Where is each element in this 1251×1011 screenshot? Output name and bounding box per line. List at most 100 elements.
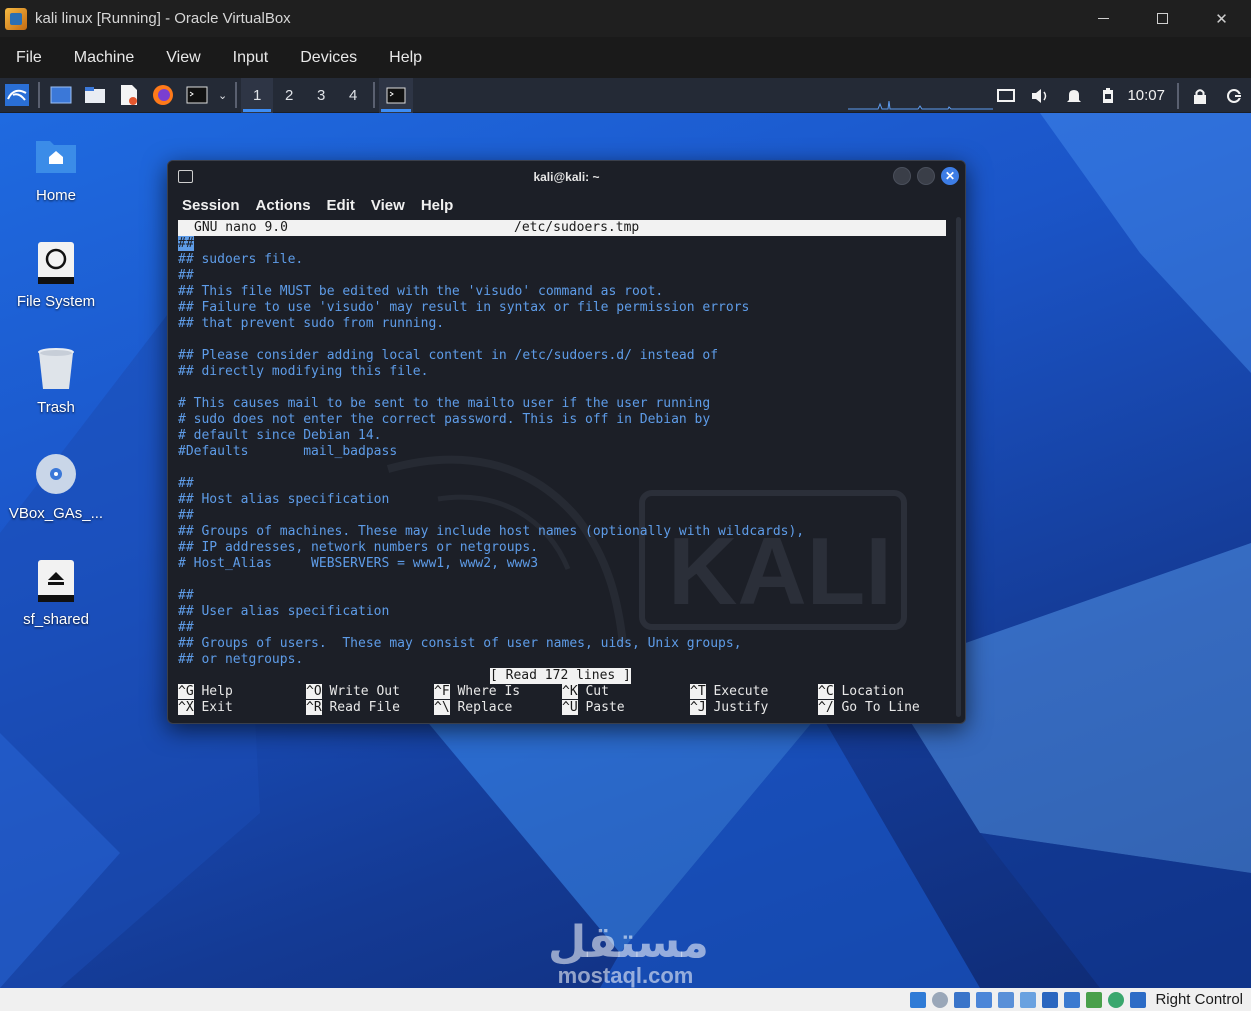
minimize-button[interactable] bbox=[1074, 0, 1133, 37]
menu-machine[interactable]: Machine bbox=[58, 37, 150, 78]
kali-menu-icon[interactable] bbox=[4, 82, 30, 108]
desktop-icon-trash[interactable]: Trash bbox=[0, 347, 112, 416]
menu-file[interactable]: File bbox=[0, 37, 58, 78]
workspace-1[interactable]: 1 bbox=[241, 77, 274, 113]
kali-panel: ⌄ 1 2 3 4 10:07 bbox=[0, 77, 1251, 113]
panel-clock[interactable]: 10:07 bbox=[1127, 87, 1165, 104]
close-icon: ✕ bbox=[1215, 10, 1228, 28]
nano-shortcut: ^K Cut bbox=[562, 684, 609, 700]
nano-text-line: ## Groups of users. These may consist of… bbox=[178, 636, 742, 651]
nano-text-line: ## directly modifying this file. bbox=[178, 364, 429, 379]
lock-icon[interactable] bbox=[1189, 85, 1211, 107]
terminal-menubar: Session Actions Edit View Help bbox=[174, 192, 461, 218]
terminal-icon[interactable] bbox=[184, 82, 210, 108]
shortcut-key: ^F bbox=[434, 684, 450, 699]
terminal-minimize-button[interactable] bbox=[893, 167, 911, 185]
optical-drive-icon[interactable] bbox=[932, 991, 949, 1008]
nano-text-line: ## User alias specification bbox=[178, 604, 390, 619]
shared-folders-icon[interactable] bbox=[1020, 991, 1037, 1008]
hard-disk-icon[interactable] bbox=[910, 991, 927, 1008]
desktop-icon-file-system[interactable]: File System bbox=[0, 241, 112, 310]
shortcut-key: ^K bbox=[562, 684, 578, 699]
logout-icon[interactable] bbox=[1223, 85, 1245, 107]
nano-text-line: ## IP addresses, network numbers or netg… bbox=[178, 540, 539, 555]
nano-text-line: # sudo does not enter the correct passwo… bbox=[178, 412, 711, 427]
nano-text-line: ## or netgroups. bbox=[178, 652, 304, 667]
nano-text-line: #Defaults mail_badpass bbox=[178, 444, 398, 459]
show-desktop-icon[interactable] bbox=[48, 82, 74, 108]
terminal-close-button[interactable]: ✕ bbox=[941, 167, 959, 185]
terminal-menu-session[interactable]: Session bbox=[174, 197, 248, 214]
workspace-label: 1 bbox=[253, 86, 262, 104]
file-manager-icon[interactable] bbox=[82, 82, 108, 108]
shortcut-label: Location bbox=[841, 684, 905, 699]
chevron-down-icon[interactable]: ⌄ bbox=[218, 89, 227, 102]
shortcut-label: Go To Line bbox=[841, 700, 920, 715]
desktop-icon-home[interactable]: Home bbox=[0, 135, 112, 204]
nano-filename: /etc/sudoers.tmp bbox=[514, 220, 640, 235]
taskbar-terminal-button[interactable] bbox=[379, 77, 414, 113]
terminal-menu-actions[interactable]: Actions bbox=[248, 197, 319, 214]
nano-version: GNU nano 9.0 bbox=[194, 220, 288, 235]
close-icon: ✕ bbox=[944, 169, 956, 183]
guest-additions-icon[interactable] bbox=[1108, 991, 1125, 1008]
network-icon[interactable] bbox=[976, 991, 993, 1008]
nano-text-line: ## Failure to use 'visudo' may result in… bbox=[178, 300, 750, 315]
firefox-icon[interactable] bbox=[150, 82, 176, 108]
shortcut-label: Help bbox=[201, 684, 233, 699]
terminal-menu-help[interactable]: Help bbox=[413, 197, 462, 214]
workspace-2[interactable]: 2 bbox=[273, 78, 305, 113]
mouse-integration-icon[interactable] bbox=[1130, 991, 1147, 1008]
host-statusbar: Right Control bbox=[0, 988, 1251, 1011]
desktop-icon-sf-shared[interactable]: sf_shared bbox=[0, 559, 112, 628]
shortcut-key: ^T bbox=[690, 684, 706, 699]
nano-text-line: ## Groups of machines. These may include… bbox=[178, 524, 805, 539]
audio-icon[interactable] bbox=[954, 991, 971, 1008]
home-folder-icon bbox=[34, 135, 78, 179]
shortcut-label: Write Out bbox=[329, 684, 400, 699]
menu-devices[interactable]: Devices bbox=[284, 37, 373, 78]
terminal-menu-view[interactable]: View bbox=[363, 197, 413, 214]
text-editor-icon[interactable] bbox=[116, 82, 142, 108]
terminal-titlebar[interactable]: kali@kali: ~ ✕ bbox=[168, 161, 965, 192]
terminal-menu-edit[interactable]: Edit bbox=[319, 197, 363, 214]
display-icon[interactable] bbox=[995, 85, 1017, 107]
usb-icon[interactable] bbox=[998, 991, 1015, 1008]
host-key-label: Right Control bbox=[1155, 991, 1243, 1008]
nano-text-line: ## Host alias specification bbox=[178, 492, 390, 507]
terminal-window[interactable]: kali@kali: ~ ✕ Session Actions Edit View… bbox=[167, 160, 966, 724]
shortcut-label: Where Is bbox=[457, 684, 521, 699]
terminal-content[interactable]: KALI GNU nano 9.0 /etc/sudoers.tmp ## ## … bbox=[178, 219, 948, 719]
shortcut-label: Exit bbox=[201, 700, 233, 715]
desktop-icon-label: VBox_GAs_... bbox=[8, 505, 104, 522]
host-window-title: kali linux [Running] - Oracle VirtualBox bbox=[35, 10, 291, 27]
shortcut-label: Replace bbox=[457, 700, 513, 715]
removable-drive-icon bbox=[34, 559, 78, 603]
display-icon[interactable] bbox=[1042, 991, 1059, 1008]
nano-shortcut: ^O Write Out bbox=[306, 684, 400, 700]
menu-view[interactable]: View bbox=[150, 37, 216, 78]
menu-input[interactable]: Input bbox=[217, 37, 285, 78]
shortcut-label: Paste bbox=[585, 700, 625, 715]
workspace-label: 4 bbox=[349, 86, 358, 104]
workspace-3[interactable]: 3 bbox=[305, 78, 337, 113]
watermark: مستقل mostaql.com bbox=[548, 921, 709, 987]
shortcut-key: ^J bbox=[690, 700, 706, 715]
close-button[interactable]: ✕ bbox=[1192, 0, 1251, 37]
terminal-maximize-button[interactable] bbox=[917, 167, 935, 185]
cpu-icon[interactable] bbox=[1086, 991, 1103, 1008]
desktop-icon-vbox-gas[interactable]: VBox_GAs_... bbox=[0, 453, 112, 522]
cpu-graph-icon bbox=[848, 100, 993, 110]
volume-icon[interactable] bbox=[1029, 85, 1051, 107]
notification-bell-icon[interactable] bbox=[1063, 85, 1085, 107]
nano-text-line: # This causes mail to be sent to the mai… bbox=[178, 396, 711, 411]
menu-help[interactable]: Help bbox=[373, 37, 438, 78]
nano-status-message: [ Read 172 lines ] bbox=[490, 668, 631, 684]
desktop-icon-label: Home bbox=[35, 187, 76, 204]
maximize-button[interactable] bbox=[1133, 0, 1192, 37]
terminal-scrollbar[interactable] bbox=[956, 217, 961, 717]
shortcut-key: ^X bbox=[178, 700, 194, 715]
battery-icon[interactable] bbox=[1097, 85, 1119, 107]
workspace-4[interactable]: 4 bbox=[337, 78, 369, 113]
recording-icon[interactable] bbox=[1064, 991, 1081, 1008]
